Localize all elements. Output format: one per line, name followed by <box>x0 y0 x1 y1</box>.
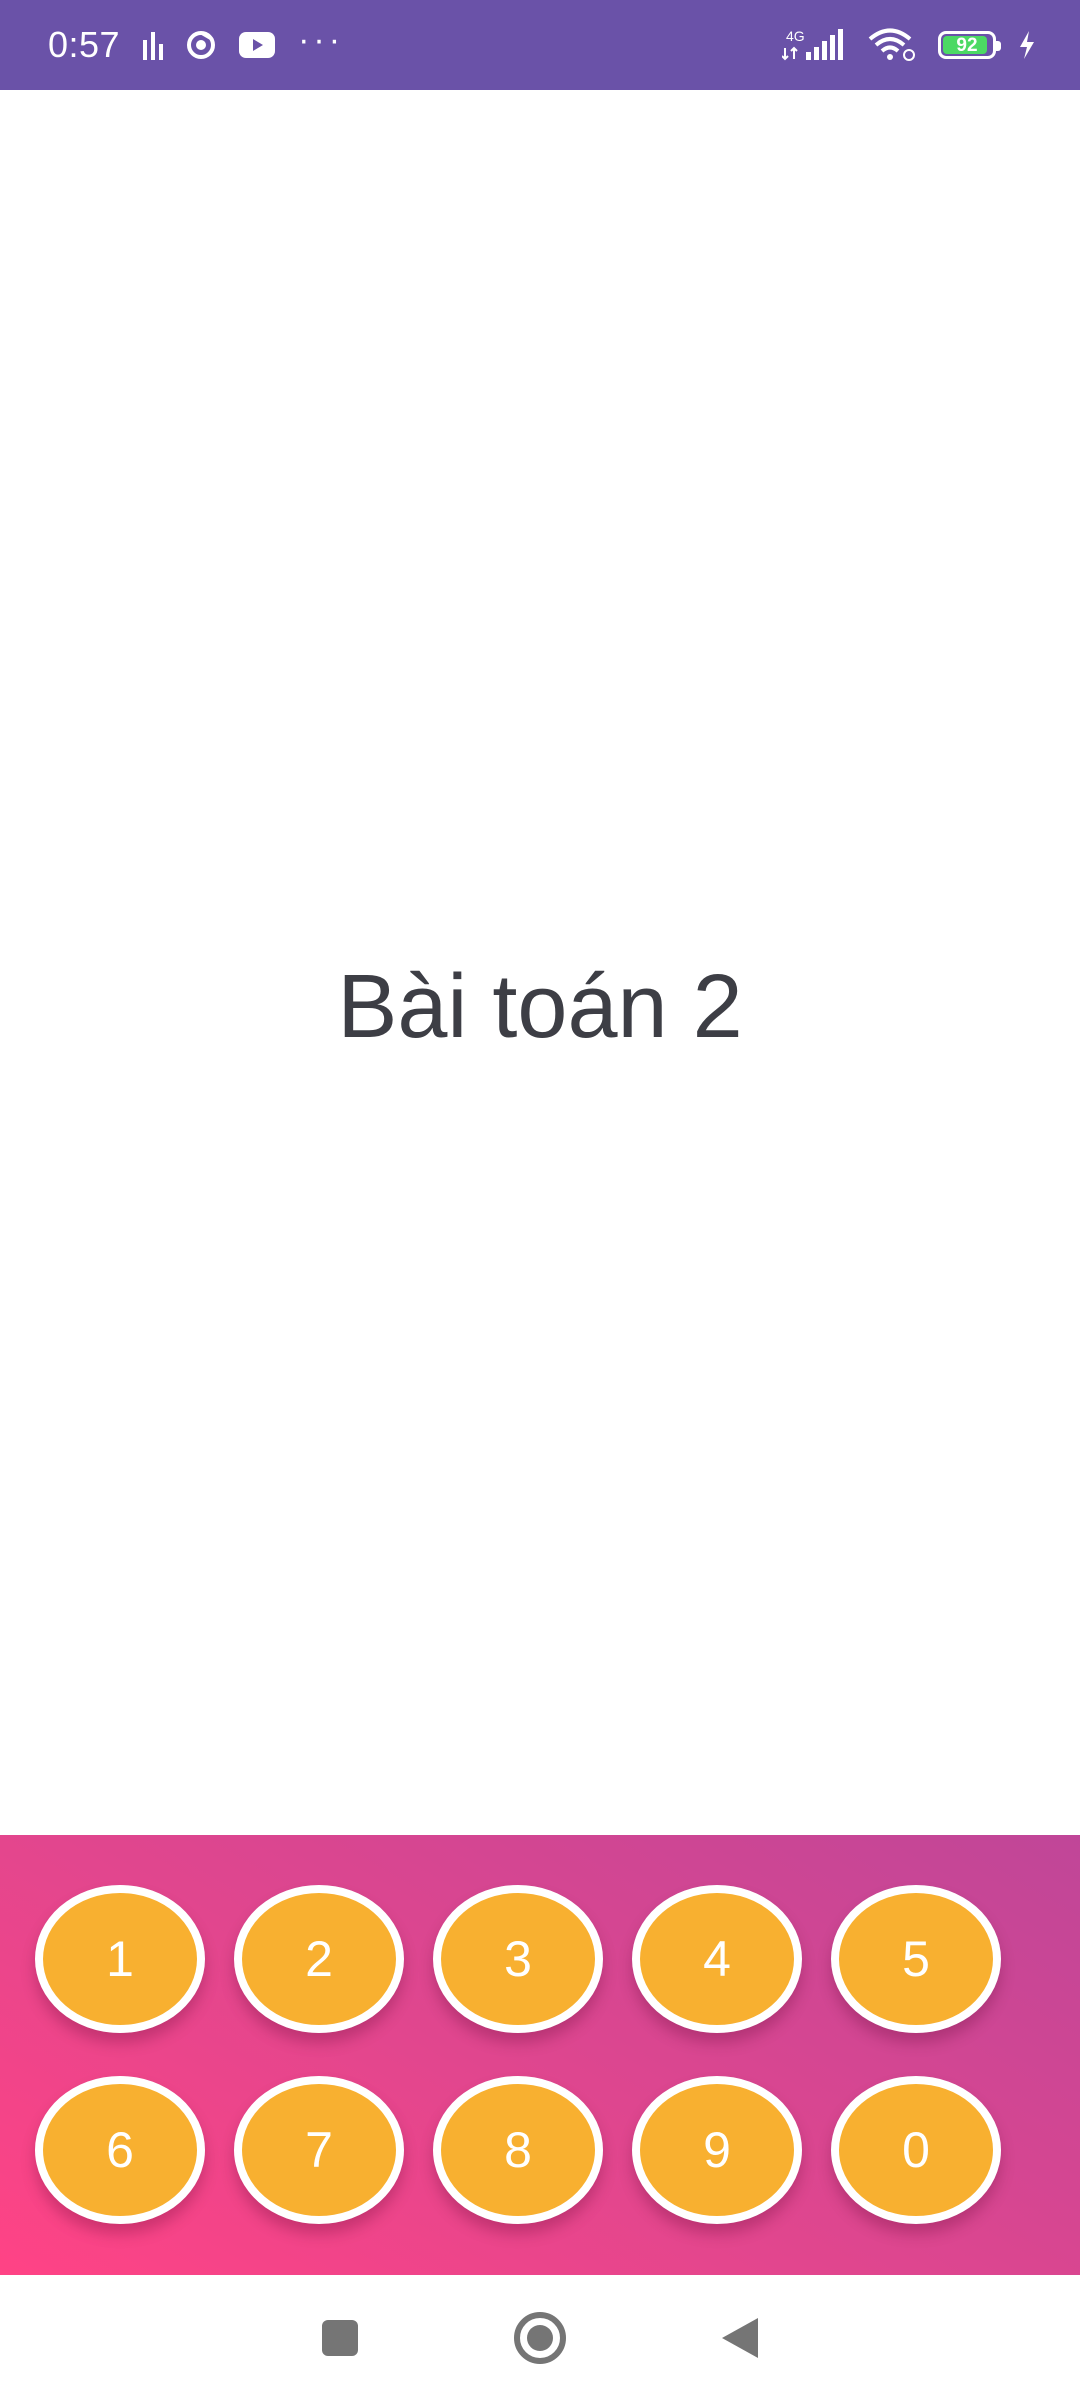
youtube-icon <box>238 31 276 59</box>
navigation-bar <box>0 2275 1080 2400</box>
key-7[interactable]: 7 <box>234 2076 404 2224</box>
recents-square-icon[interactable] <box>304 2302 376 2374</box>
key-6[interactable]: 6 <box>35 2076 205 2224</box>
battery-icon: 92 <box>938 31 1001 59</box>
battery-level: 92 <box>956 34 978 56</box>
charging-icon <box>1018 30 1036 60</box>
key-2[interactable]: 2 <box>234 1885 404 2033</box>
main-content: Bài toán 2 <box>0 90 1080 1835</box>
key-3[interactable]: 3 <box>433 1885 603 2033</box>
network-type: 4G <box>786 28 805 44</box>
status-bar-left: 0:57 ··· <box>48 21 345 66</box>
status-bar: 0:57 ··· 4G 92 <box>0 0 1080 90</box>
more-dots-icon: ··· <box>298 21 345 59</box>
key-5[interactable]: 5 <box>831 1885 1001 2033</box>
key-1[interactable]: 1 <box>35 1885 205 2033</box>
key-0[interactable]: 0 <box>831 2076 1001 2224</box>
status-time: 0:57 <box>48 24 121 65</box>
status-bar-right: 4G 92 <box>782 28 1036 62</box>
chrome-icon <box>186 30 216 60</box>
key-9[interactable]: 9 <box>632 2076 802 2224</box>
key-8[interactable]: 8 <box>433 2076 603 2224</box>
page-title: Bài toán 2 <box>337 957 743 1057</box>
back-triangle-icon[interactable] <box>704 2302 776 2374</box>
home-circle-icon[interactable] <box>504 2302 576 2374</box>
wifi-icon <box>868 28 916 62</box>
cellular-signal-icon: 4G <box>782 28 846 62</box>
signal-activity-icon <box>142 30 164 60</box>
number-keypad: 1 2 3 4 5 6 7 8 9 0 <box>0 1835 1080 2275</box>
key-4[interactable]: 4 <box>632 1885 802 2033</box>
